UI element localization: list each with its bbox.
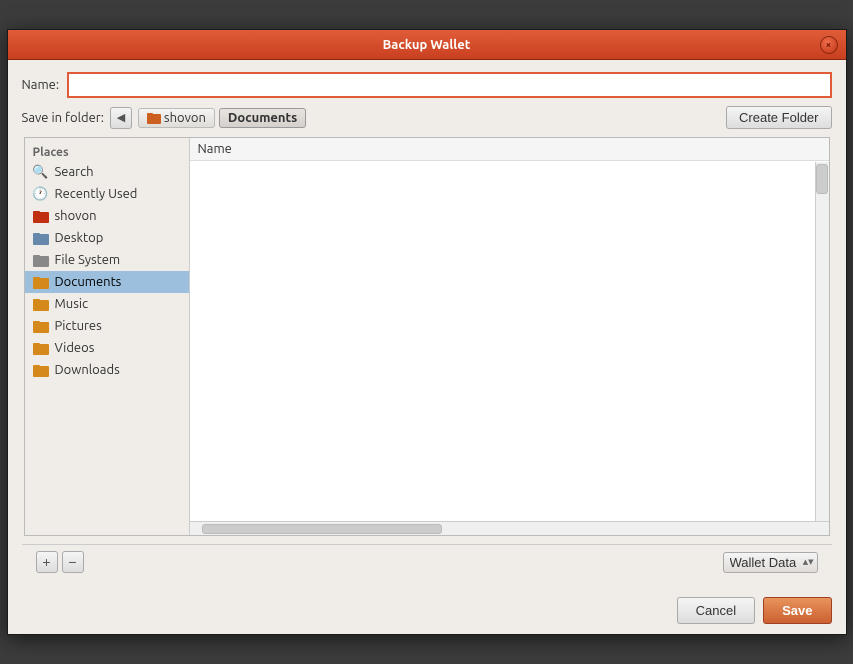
downloads-icon bbox=[33, 362, 49, 378]
cancel-button[interactable]: Cancel bbox=[677, 597, 755, 624]
sidebar-label-documents: Documents bbox=[55, 275, 122, 289]
filesystem-icon bbox=[33, 252, 49, 268]
sidebar-label-music: Music bbox=[55, 297, 89, 311]
sidebar-item-search[interactable]: 🔍 Search bbox=[25, 161, 189, 183]
shovon-folder-icon bbox=[147, 111, 161, 125]
music-icon bbox=[33, 296, 49, 312]
dialog-title: Backup Wallet bbox=[34, 38, 820, 52]
main-area: Places 🔍 Search 🕐 Recently Used bbox=[24, 137, 830, 536]
sidebar-label-desktop: Desktop bbox=[55, 231, 104, 245]
file-list-header: Name bbox=[190, 138, 829, 161]
shovon-icon bbox=[33, 208, 49, 224]
close-button[interactable]: × bbox=[820, 36, 838, 54]
documents-icon bbox=[33, 274, 49, 290]
add-remove-buttons: + − bbox=[36, 551, 84, 573]
sidebar-label-search: Search bbox=[55, 165, 94, 179]
pictures-icon bbox=[33, 318, 49, 334]
h-scrollbar-thumb bbox=[202, 524, 442, 534]
type-selector: Wallet Data bbox=[723, 552, 818, 573]
sidebar-item-shovon[interactable]: shovon bbox=[25, 205, 189, 227]
action-buttons: Cancel Save bbox=[8, 589, 846, 634]
name-input[interactable] bbox=[67, 72, 831, 98]
videos-icon bbox=[33, 340, 49, 356]
crumb-shovon-label: shovon bbox=[164, 111, 206, 125]
folder-label: Save in folder: bbox=[22, 111, 104, 125]
horizontal-scrollbar[interactable] bbox=[190, 521, 829, 535]
sidebar-section-label: Places bbox=[25, 142, 189, 161]
name-row: Name: bbox=[22, 72, 832, 98]
crumb-shovon[interactable]: shovon bbox=[138, 108, 215, 128]
sidebar-label-recently-used: Recently Used bbox=[55, 187, 138, 201]
desktop-icon bbox=[33, 230, 49, 246]
type-select-wrap: Wallet Data bbox=[723, 552, 818, 573]
sidebar-label-pictures: Pictures bbox=[55, 319, 102, 333]
crumb-documents-label: Documents bbox=[228, 111, 297, 125]
sidebar-item-videos[interactable]: Videos bbox=[25, 337, 189, 359]
create-folder-button[interactable]: Create Folder bbox=[726, 106, 831, 129]
sidebar-item-music[interactable]: Music bbox=[25, 293, 189, 315]
folder-breadcrumb: shovon Documents bbox=[138, 108, 306, 128]
save-button[interactable]: Save bbox=[763, 597, 831, 624]
sidebar-item-pictures[interactable]: Pictures bbox=[25, 315, 189, 337]
remove-bookmark-button[interactable]: − bbox=[62, 551, 84, 573]
sidebar-item-file-system[interactable]: File System bbox=[25, 249, 189, 271]
name-label: Name: bbox=[22, 78, 60, 92]
sidebar-label-shovon: shovon bbox=[55, 209, 97, 223]
file-list-body[interactable] bbox=[190, 161, 829, 521]
search-icon: 🔍 bbox=[33, 164, 49, 180]
dialog-body: Name: Save in folder: ◀ shovon Do bbox=[8, 60, 846, 589]
dialog-window: Backup Wallet × Name: Save in folder: ◀ bbox=[7, 29, 847, 635]
sidebar: Places 🔍 Search 🕐 Recently Used bbox=[25, 138, 190, 535]
bottom-bar: + − Wallet Data bbox=[22, 544, 832, 579]
title-bar: Backup Wallet × bbox=[8, 30, 846, 60]
folder-row: Save in folder: ◀ shovon Documents Creat bbox=[22, 106, 832, 129]
sidebar-label-file-system: File System bbox=[55, 253, 121, 267]
sidebar-item-downloads[interactable]: Downloads bbox=[25, 359, 189, 381]
sidebar-label-downloads: Downloads bbox=[55, 363, 120, 377]
file-area: Name bbox=[190, 138, 829, 535]
sidebar-item-recently-used[interactable]: 🕐 Recently Used bbox=[25, 183, 189, 205]
vertical-scrollbar[interactable] bbox=[815, 162, 829, 521]
crumb-documents[interactable]: Documents bbox=[219, 108, 306, 128]
type-select[interactable]: Wallet Data bbox=[723, 552, 818, 573]
sidebar-label-videos: Videos bbox=[55, 341, 95, 355]
add-bookmark-button[interactable]: + bbox=[36, 551, 58, 573]
sidebar-item-documents[interactable]: Documents bbox=[25, 271, 189, 293]
file-list-name-column: Name bbox=[198, 142, 232, 156]
scrollbar-thumb bbox=[816, 164, 828, 194]
sidebar-item-desktop[interactable]: Desktop bbox=[25, 227, 189, 249]
back-button[interactable]: ◀ bbox=[110, 107, 132, 129]
recent-icon: 🕐 bbox=[33, 186, 49, 202]
